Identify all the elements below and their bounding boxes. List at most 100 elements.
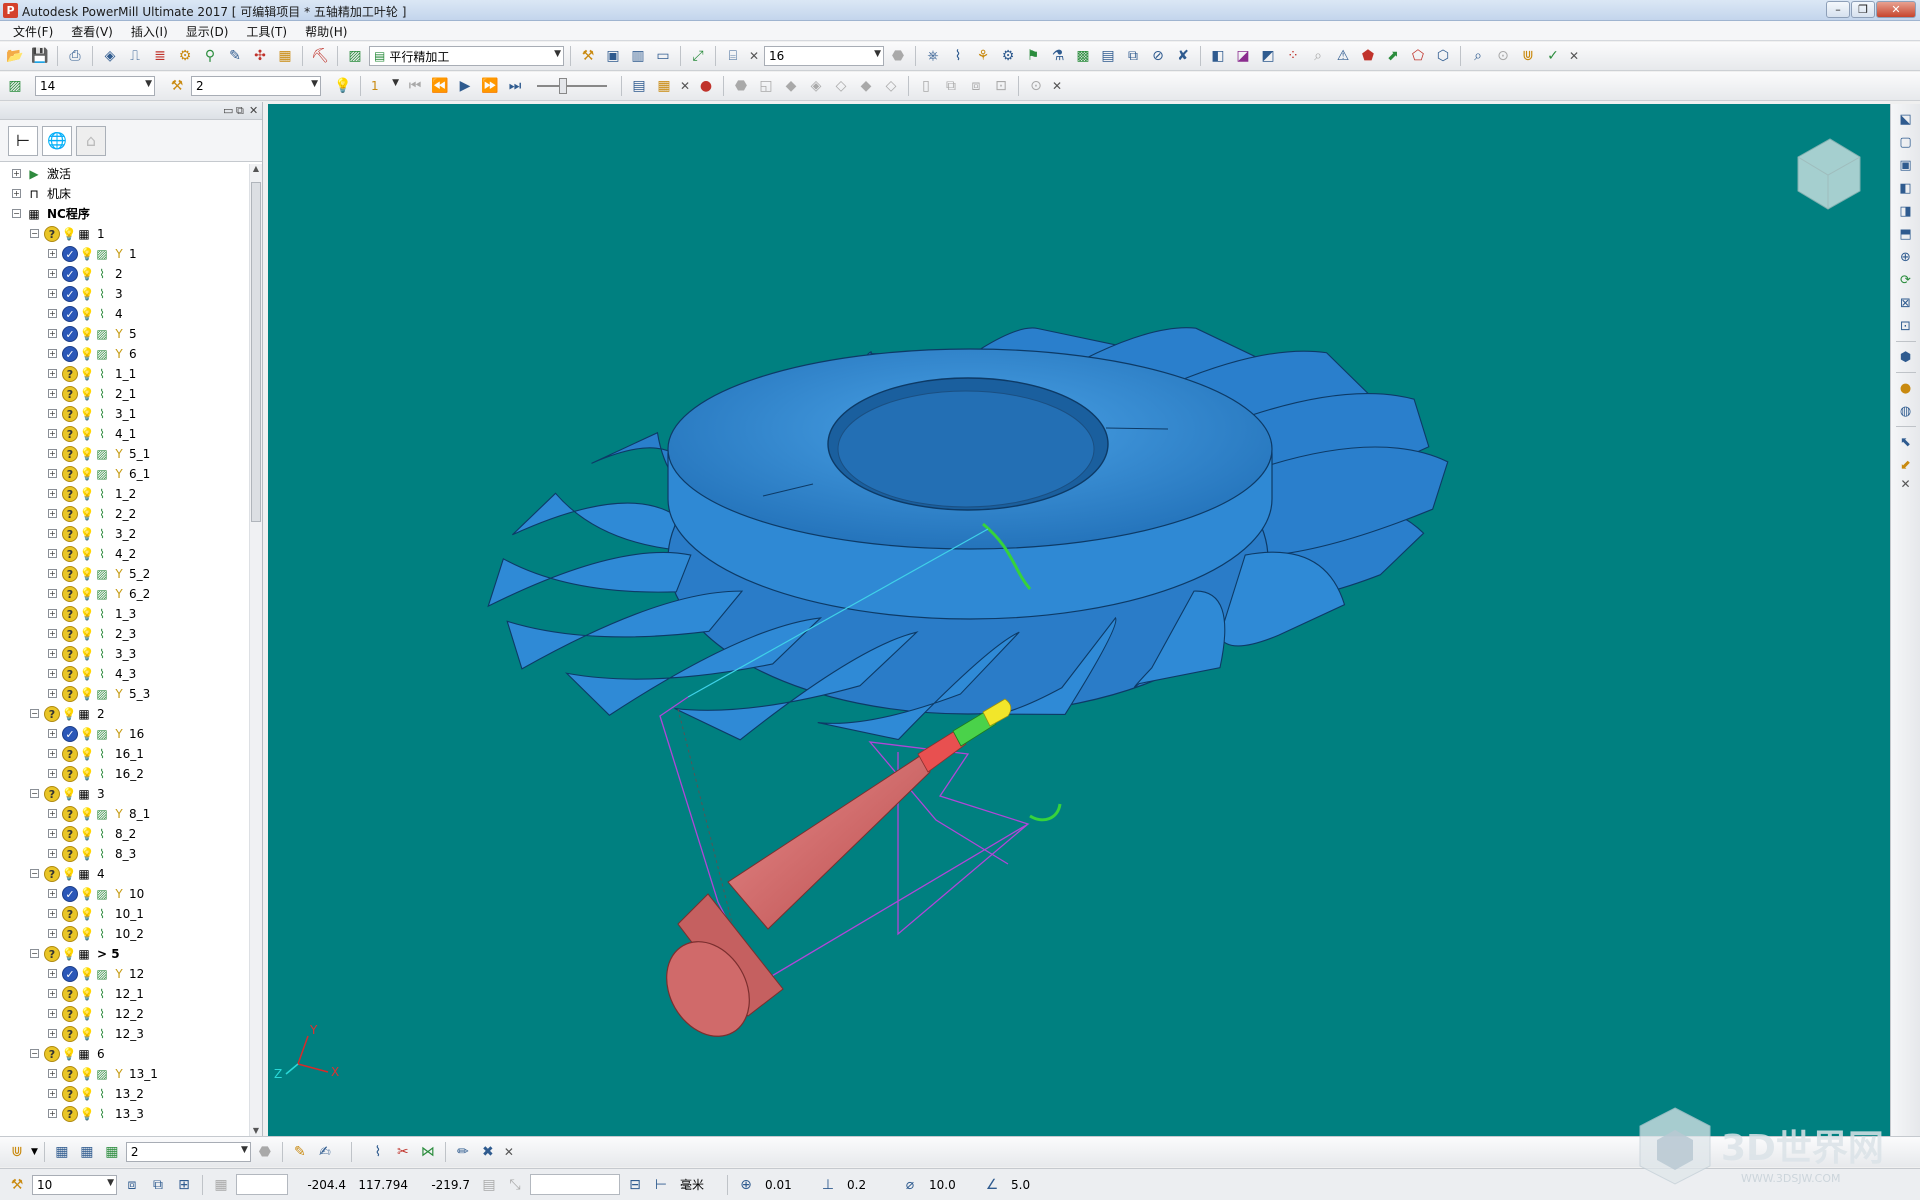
tool-select-icon[interactable]: ⌸ — [722, 45, 744, 67]
collision-icon[interactable]: ⚠ — [1332, 45, 1354, 67]
tree-row[interactable]: +? 💡 ⌇ 3_2 — [0, 524, 248, 544]
tree-row[interactable]: −? 💡 ▦ 1 — [0, 224, 248, 244]
tree-expand-icon[interactable]: + — [48, 1109, 57, 1118]
shade-toolpath-icon[interactable]: ◇ — [880, 75, 902, 97]
zoom-icon[interactable]: ⌕ — [1467, 45, 1489, 67]
view-left-icon[interactable]: ◧ — [1895, 177, 1917, 199]
block-icon[interactable]: ◈ — [99, 45, 121, 67]
tree-expand-icon[interactable]: + — [48, 889, 57, 898]
tree-row[interactable]: +? 💡 ⌇ 2_1 — [0, 384, 248, 404]
view-front-icon[interactable]: ▢ — [1895, 131, 1917, 153]
camera-icon[interactable]: ⊙ — [1025, 75, 1047, 97]
menu-tools[interactable]: 工具(T) — [237, 21, 296, 40]
export-icon[interactable]: ⧈ — [965, 75, 987, 97]
tree-expand-icon[interactable]: + — [48, 729, 57, 738]
tree-row[interactable]: + ✓ 💡 ⌇ 3 — [0, 284, 248, 304]
explorer-tree-tab[interactable]: ⊢ — [8, 125, 38, 156]
restore-button[interactable]: ❐ — [1851, 1, 1875, 18]
tool-select-icon-2[interactable]: ⚒ — [166, 75, 188, 97]
tree-row[interactable]: +? 💡 ⌇ 10_1 — [0, 904, 248, 924]
tree-expand-icon[interactable]: − — [30, 949, 39, 958]
shade-tool-icon[interactable]: ⬣ — [887, 45, 909, 67]
tree-row[interactable]: +? 💡 ▨ Y 5_3 — [0, 684, 248, 704]
select-drag-icon[interactable]: ⬋ — [1895, 454, 1917, 476]
tree-expand-icon[interactable]: + — [48, 409, 57, 418]
tree-expand-icon[interactable]: + — [48, 369, 57, 378]
tree-expand-icon[interactable]: + — [48, 549, 57, 558]
viewmill-icon[interactable]: ⬣ — [730, 75, 752, 97]
tree-expand-icon[interactable]: + — [48, 749, 57, 758]
save-icon[interactable]: 💾 — [29, 45, 51, 67]
tree-expand-icon[interactable]: + — [48, 269, 57, 278]
tree-row[interactable]: +? 💡 ⌇ 13_3 — [0, 1104, 248, 1124]
go-end-icon[interactable]: ⏭ — [504, 75, 526, 97]
tree-row[interactable]: +? 💡 ▨ Y 5_1 — [0, 444, 248, 464]
sim-settings-icon[interactable]: ▦ — [653, 75, 675, 97]
tree-row[interactable]: +? 💡 ⌇ 8_3 — [0, 844, 248, 864]
curve-cut-icon[interactable]: ✂ — [392, 1141, 414, 1163]
tree-expand-icon[interactable]: − — [30, 229, 39, 238]
magnet-icon[interactable]: ⋓ — [1517, 45, 1539, 67]
zoom-fit-icon[interactable]: ⊠ — [1895, 292, 1917, 314]
curve-edit-icon[interactable]: ⌇ — [367, 1141, 389, 1163]
pattern-grid-icon[interactable]: ▦ — [51, 1141, 73, 1163]
tree-row[interactable]: +? 💡 ⌇ 1_3 — [0, 604, 248, 624]
model-icon[interactable]: ⚙ — [997, 45, 1019, 67]
tree-expand-icon[interactable]: + — [48, 289, 57, 298]
bottom-shade-icon[interactable]: ⬣ — [254, 1141, 276, 1163]
tree-row[interactable]: +? 💡 ⌇ 1_2 — [0, 484, 248, 504]
boundary-icon[interactable]: ⎈ — [922, 45, 944, 67]
bottom-toolbar-close-icon[interactable]: ✕ — [502, 1145, 516, 1159]
tree-expand-icon[interactable]: + — [48, 1009, 57, 1018]
tree-row[interactable]: −? 💡 ▦ 3 — [0, 784, 248, 804]
tree-row[interactable]: +? 💡 ⌇ 4_3 — [0, 664, 248, 684]
workplane-status-3-icon[interactable]: ⊞ — [173, 1174, 195, 1196]
menu-file[interactable]: 文件(F) — [4, 21, 62, 40]
tree-row[interactable]: +? 💡 ▨ Y 6_2 — [0, 584, 248, 604]
tree-row[interactable]: +? 💡 ⌇ 12_1 — [0, 984, 248, 1004]
tree-row[interactable]: +? 💡 ⌇ 4_1 — [0, 424, 248, 444]
workplane-icon[interactable]: ⚑ — [1022, 45, 1044, 67]
tree-row[interactable]: +? 💡 ⌇ 12_2 — [0, 1004, 248, 1024]
copy-icon[interactable]: ⧉ — [1122, 45, 1144, 67]
tree-expand-icon[interactable]: + — [48, 849, 57, 858]
tree-row[interactable]: + ✓ 💡 ▨ Y 12 — [0, 964, 248, 984]
view-wire-icon[interactable]: ◪ — [1232, 45, 1254, 67]
verify-icon[interactable]: ✓ — [1542, 45, 1564, 67]
gouge-icon[interactable]: ⬟ — [1357, 45, 1379, 67]
view-top-icon[interactable]: ⬒ — [1895, 223, 1917, 245]
view-toolbar-close-icon[interactable]: ✕ — [1899, 477, 1913, 491]
level-combo[interactable]: 2 ▼ — [191, 76, 321, 96]
view-multi-icon[interactable]: ◩ — [1257, 45, 1279, 67]
tree-expand-icon[interactable]: + — [48, 1089, 57, 1098]
menu-display[interactable]: 显示(D) — [177, 21, 238, 40]
workplane-status-icon[interactable]: ⧈ — [121, 1174, 143, 1196]
tree-row[interactable]: +? 💡 ⌇ 2_2 — [0, 504, 248, 524]
tree-row[interactable]: +? 💡 ⌇ 12_3 — [0, 1024, 248, 1044]
shade-rainbow-icon[interactable]: ◈ — [805, 75, 827, 97]
tree-expand-icon[interactable]: − — [12, 209, 21, 218]
tree-row[interactable]: +? 💡 ▨ Y 5_2 — [0, 564, 248, 584]
sim-toolbar-close-icon[interactable]: ✕ — [678, 79, 692, 93]
tree-expand-icon[interactable]: − — [30, 789, 39, 798]
start-point-icon[interactable]: ⚲ — [199, 45, 221, 67]
tree-expand-icon[interactable]: + — [48, 829, 57, 838]
viewmill-mode-icon[interactable]: ◱ — [755, 75, 777, 97]
tree-expand-icon[interactable]: + — [48, 529, 57, 538]
tool-holder-icon[interactable]: ▥ — [627, 45, 649, 67]
shade-icon[interactable]: ⬡ — [1432, 45, 1454, 67]
menu-view[interactable]: 查看(V) — [62, 21, 122, 40]
tree-row[interactable]: +? 💡 ⌇ 4_2 — [0, 544, 248, 564]
leads-links-icon[interactable]: ⚙ — [174, 45, 196, 67]
speed-slider[interactable] — [537, 78, 607, 94]
play-icon[interactable]: ▶ — [454, 75, 476, 97]
resize-icon[interactable]: ⤢ — [687, 45, 709, 67]
view-extra-icon[interactable]: ⌕ — [1307, 45, 1329, 67]
tree-row[interactable]: + ✓ 💡 ▨ Y 1 — [0, 244, 248, 264]
refresh-icon[interactable]: ⟳ — [1895, 269, 1917, 291]
tree-expand-icon[interactable]: + — [48, 589, 57, 598]
record-icon[interactable]: ● — [695, 75, 717, 97]
tree-expand-icon[interactable]: + — [48, 309, 57, 318]
go-start-icon[interactable]: ⏮ — [404, 75, 426, 97]
step-back-icon[interactable]: ⏪ — [429, 75, 451, 97]
